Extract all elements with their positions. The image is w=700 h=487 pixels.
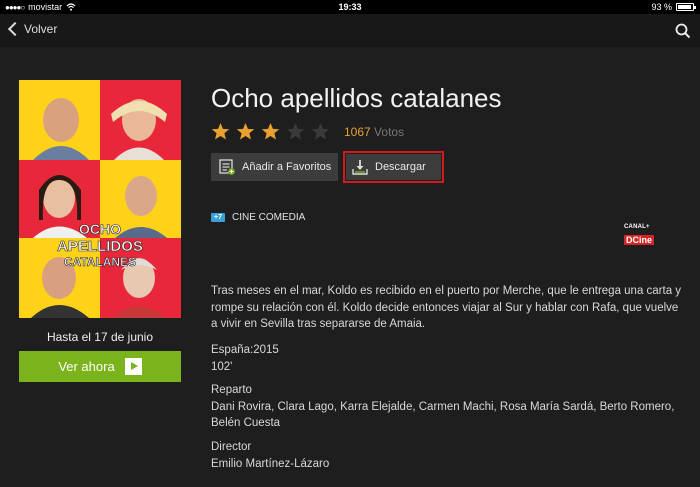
duration: 102' bbox=[211, 360, 233, 373]
add-favorites-button[interactable]: Añadir a Favoritos bbox=[211, 153, 338, 181]
download-icon bbox=[352, 160, 368, 175]
votes-label: Votos bbox=[374, 124, 405, 139]
poster-image: OCHO APELLIDOS CATALANES bbox=[19, 80, 181, 318]
director-section: Director Emilio Martínez-Lázaro bbox=[211, 439, 687, 472]
download-label: Descargar bbox=[375, 161, 426, 173]
star-icon bbox=[236, 122, 255, 140]
movie-poster: OCHO APELLIDOS CATALANES bbox=[19, 80, 181, 318]
cast-section: Reparto Dani Rovira, Clara Lago, Karra E… bbox=[211, 382, 687, 432]
movie-title: Ocho apellidos catalanes bbox=[211, 83, 502, 113]
favorites-list-icon bbox=[219, 159, 235, 175]
search-icon[interactable] bbox=[675, 23, 691, 39]
votes: 1067 Votos bbox=[344, 125, 404, 139]
cast-heading: Reparto bbox=[211, 384, 252, 396]
poster-title-line3: CATALANES bbox=[64, 255, 136, 269]
status-right: 93 % bbox=[651, 2, 696, 12]
channel-logo: CANAL+ DCine bbox=[624, 224, 657, 245]
download-button[interactable]: Descargar bbox=[346, 154, 441, 180]
genre-label: CINE COMEDIA bbox=[231, 212, 306, 223]
channel-logo-top: CANAL+ bbox=[624, 224, 650, 230]
star-icon bbox=[261, 122, 280, 140]
battery-icon bbox=[676, 3, 696, 11]
status-bar: ●●●●○ movistar 19:33 93 % bbox=[0, 0, 700, 14]
votes-count: 1067 bbox=[344, 124, 371, 139]
back-button[interactable]: Volver bbox=[4, 21, 58, 37]
back-label: Volver bbox=[24, 22, 58, 36]
director-name: Emilio Martínez-Lázaro bbox=[211, 457, 330, 470]
play-icon bbox=[124, 358, 142, 375]
star-icon bbox=[211, 122, 230, 140]
rating: 1067 Votos bbox=[211, 122, 404, 141]
add-favorites-label: Añadir a Favoritos bbox=[242, 161, 332, 173]
star-icon bbox=[311, 122, 330, 140]
chevron-left-icon bbox=[7, 21, 23, 37]
cast-list: Dani Rovira, Clara Lago, Karra Elejalde,… bbox=[211, 400, 675, 430]
watch-now-label: Ver ahora bbox=[58, 359, 115, 374]
availability-label: Hasta el 17 de junio bbox=[46, 330, 154, 344]
production-info: España:2015 102' bbox=[211, 342, 687, 375]
age-rating-badge: +7 bbox=[211, 213, 225, 222]
nav-bar: Volver bbox=[0, 14, 700, 47]
star-rating bbox=[211, 122, 330, 141]
movie-meta: +7 CINE COMEDIA bbox=[211, 212, 305, 223]
country-year: España:2015 bbox=[211, 344, 279, 356]
poster-title-line2: APELLIDOS bbox=[57, 238, 143, 255]
poster-title-line1: OCHO bbox=[79, 221, 121, 237]
watch-now-button[interactable]: Ver ahora bbox=[19, 351, 181, 382]
director-heading: Director bbox=[211, 441, 252, 453]
synopsis: Tras meses en el mar, Koldo es recibido … bbox=[211, 285, 682, 330]
star-icon bbox=[286, 122, 305, 140]
battery-percent: 93 % bbox=[651, 2, 672, 12]
clock: 19:33 bbox=[338, 2, 362, 12]
channel-logo-bottom: DCine bbox=[624, 235, 655, 245]
